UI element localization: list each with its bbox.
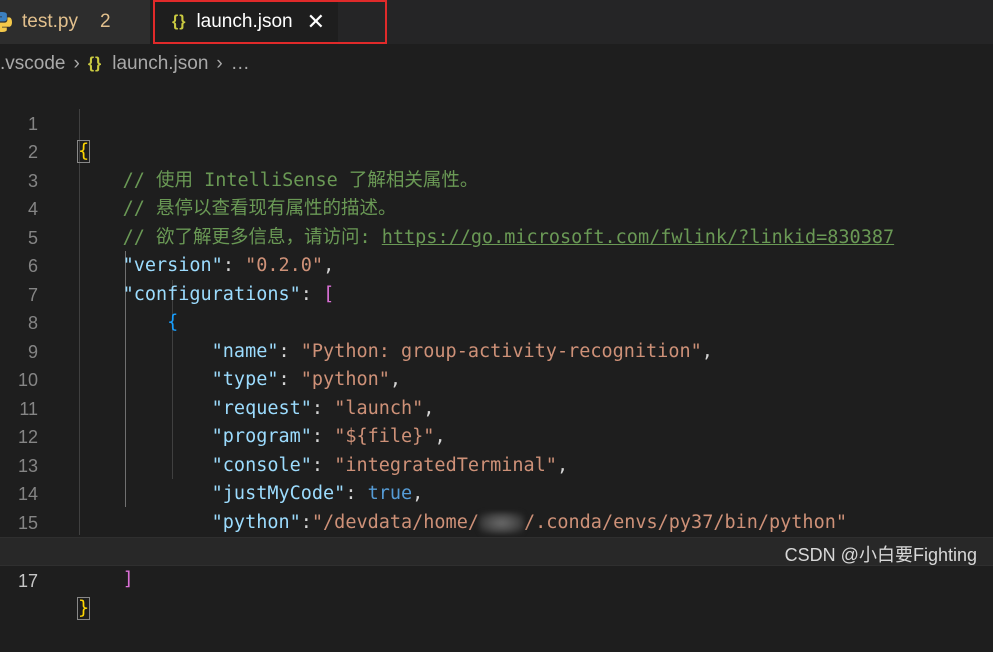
watermark: CSDN @小白要Fighting <box>784 545 977 565</box>
code-line: 11 "program": "${file}", <box>0 366 993 448</box>
tab-launch-json[interactable]: {} launch.json ✕ <box>150 0 338 44</box>
breadcrumb-file[interactable]: {} launch.json <box>88 53 209 75</box>
code-line: 15 } <box>0 480 993 562</box>
code-line: 12 "console": "integratedTerminal", <box>0 395 993 476</box>
chevron-right-icon: › <box>73 53 80 74</box>
code-line: 9 "type": "python", <box>0 309 993 391</box>
tab-test-label: test.py <box>22 11 78 32</box>
brace: } <box>76 597 91 620</box>
editor-tab-bar: test.py 2 {} launch.json ✕ <box>0 0 993 44</box>
code-line: 5 "version": "0.2.0", <box>0 195 993 277</box>
tab-launch-label: launch.json <box>196 11 293 32</box>
code-line: 16 ] <box>0 509 993 590</box>
code-line: 1 { <box>0 81 993 163</box>
tab-test-py[interactable]: test.py 2 <box>0 0 150 44</box>
code-line: 4 // 欲了解更多信息，请访问: https://go.microsoft.c… <box>0 167 993 248</box>
code-line: 3 // 悬停以查看现有属性的描述。 <box>0 138 993 220</box>
code-line: 14 "python":"/devdata/home//.conda/envs/… <box>0 452 993 534</box>
breadcrumb-file-label: launch.json <box>112 53 209 74</box>
breadcrumb-more[interactable]: … <box>231 53 250 75</box>
json-braces-icon: {} <box>172 13 187 30</box>
code-line: 10 "request": "launch", <box>0 338 993 419</box>
close-icon[interactable]: ✕ <box>307 11 325 33</box>
breadcrumb-folder[interactable]: .vscode <box>0 53 65 75</box>
code-line: 8 "name": "Python: group-activity-recogn… <box>0 281 993 362</box>
bracket: ] <box>122 568 134 590</box>
breadcrumb: .vscode › {} launch.json › … <box>0 48 993 80</box>
code-line: 7 { <box>0 252 993 334</box>
python-file-icon <box>0 10 14 34</box>
code-editor[interactable]: 1 { 2 // 使用 IntelliSense 了解相关属性。 3 // 悬停… <box>0 81 993 620</box>
code-line: 6 "configurations": [ <box>0 224 993 305</box>
code-line: 2 // 使用 IntelliSense 了解相关属性。 <box>0 110 993 191</box>
line-number: 17 <box>17 570 38 591</box>
code-line: 13 "justMyCode": true, <box>0 423 993 505</box>
problem-count-badge: 2 <box>99 11 111 32</box>
json-braces-icon: {} <box>87 55 103 72</box>
chevron-right-icon: › <box>216 53 223 74</box>
